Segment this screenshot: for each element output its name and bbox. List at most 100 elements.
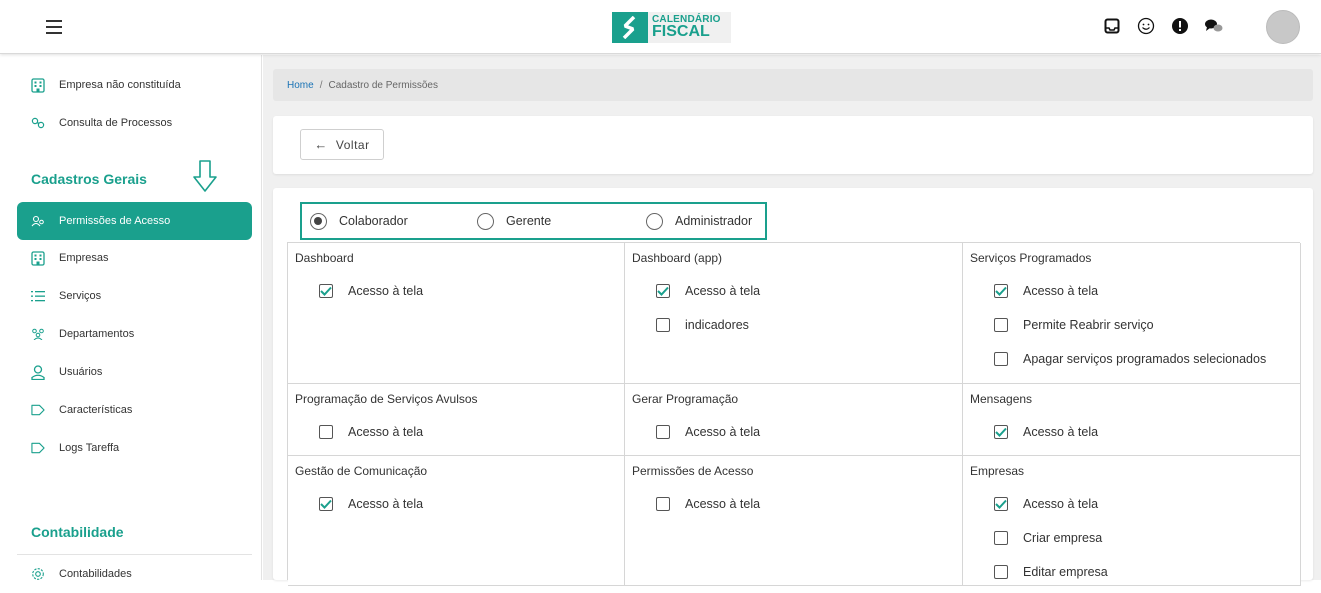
arrow-down-icon [193, 160, 217, 192]
sidebar-item-label: Serviços [59, 290, 102, 302]
role-option-colaborador[interactable]: Colaborador [310, 212, 408, 230]
checkbox-icon[interactable] [656, 425, 670, 439]
checkbox-checked-icon[interactable] [656, 284, 670, 298]
breadcrumb-current: Cadastro de Permissões [328, 79, 438, 91]
checkbox-icon[interactable] [319, 425, 333, 439]
permission-option-label: indicadores [685, 318, 749, 332]
radio-icon[interactable] [477, 212, 494, 230]
permission-group-title: Empresas [970, 464, 1025, 478]
permission-group-title: Gestão de Comunicação [295, 464, 428, 478]
avatar[interactable] [1266, 10, 1300, 44]
checkbox-icon[interactable] [994, 531, 1008, 545]
sidebar-item-label: Contabilidades [59, 568, 132, 580]
logo-text: CALENDÁRIO FISCAL [652, 15, 721, 40]
permission-group-title: Permissões de Acesso [632, 464, 754, 478]
sidebar-item-empresas[interactable]: Empresas [17, 239, 252, 277]
building-icon [31, 77, 45, 93]
permissions-grid: Dashboard Acesso à tela Dashboard (app) Ace… [287, 242, 1301, 586]
alert-icon[interactable] [1168, 14, 1192, 38]
permission-group-title: Programação de Serviços Avulsos [295, 392, 478, 406]
permission-option-label: Criar empresa [1023, 531, 1103, 545]
permission-cell: Empresas Acesso à tela Criar empresa Editar… [963, 456, 1301, 586]
smiley-icon[interactable] [1134, 14, 1158, 38]
permission-option[interactable]: indicadores [656, 318, 749, 332]
permission-option-label: Acesso à tela [685, 425, 761, 439]
sidebar-item-consulta-de-processos[interactable]: Consulta de Processos [17, 104, 252, 142]
chat-icon[interactable] [1202, 14, 1226, 38]
permission-cell: Gerar Programação Acesso à tela [625, 384, 963, 456]
permission-option[interactable]: Criar empresa [994, 531, 1102, 545]
permission-cell: Programação de Serviços Avulsos Acesso à … [288, 384, 625, 456]
hamburger-menu-icon[interactable] [46, 20, 62, 34]
checkbox-icon[interactable] [994, 318, 1008, 332]
sidebar-item-contabilidades[interactable]: Contabilidades [17, 555, 252, 593]
permission-option-label: Apagar serviços programados selecionados [1023, 352, 1267, 366]
tag-icon [31, 403, 45, 417]
back-button-label: Voltar [335, 137, 370, 152]
breadcrumb-home-link[interactable]: Home [287, 80, 314, 91]
permission-option[interactable]: Permite Reabrir serviço [994, 318, 1154, 332]
radio-icon[interactable] [646, 212, 663, 230]
inbox-icon[interactable] [1100, 14, 1124, 38]
users-icon [31, 214, 45, 228]
permission-option[interactable]: Acesso à tela [994, 497, 1098, 511]
role-option-administrador[interactable]: Administrador [646, 212, 752, 230]
sidebar-item-label: Usuários [59, 366, 103, 378]
section-cadastros-gerais: Cadastros Gerais [31, 171, 147, 187]
user-icon [31, 364, 45, 380]
checkbox-icon[interactable] [656, 497, 670, 511]
actions-card: ← Voltar [273, 116, 1313, 174]
permission-option[interactable]: Acesso à tela [656, 284, 760, 298]
tag-icon [31, 441, 45, 455]
logo-line2: FISCAL [652, 23, 710, 40]
checkbox-icon[interactable] [994, 352, 1008, 366]
permission-option[interactable]: Apagar serviços programados selecionados [994, 352, 1266, 366]
permission-option-label: Acesso à tela [348, 284, 424, 298]
sidebar-item-label: Logs Tareffa [59, 442, 120, 454]
sidebar-item-empresa-nao-constituida[interactable]: Empresa não constituída [17, 66, 252, 104]
checkbox-checked-icon[interactable] [319, 284, 333, 298]
checkbox-checked-icon[interactable] [319, 497, 333, 511]
permission-option[interactable]: Acesso à tela [319, 425, 423, 439]
checkbox-checked-icon[interactable] [994, 425, 1008, 439]
permission-option-label: Acesso à tela [685, 284, 761, 298]
building-icon [31, 250, 45, 266]
permission-option[interactable]: Acesso à tela [994, 425, 1098, 439]
sidebar-item-servicos[interactable]: Serviços [17, 277, 252, 315]
link-icon [31, 116, 45, 130]
sidebar-item-logs-tareffa[interactable]: Logs Tareffa [17, 429, 252, 467]
sidebar-item-usuarios[interactable]: Usuários [17, 353, 252, 391]
sidebar-item-permissoes-de-acesso[interactable]: Permissões de Acesso [17, 202, 252, 240]
permission-option[interactable]: Acesso à tela [656, 425, 760, 439]
checkbox-checked-icon[interactable] [994, 497, 1008, 511]
permission-cell: Permissões de Acesso Acesso à tela [625, 456, 963, 586]
list-icon [31, 289, 45, 303]
radio-selected-icon[interactable] [310, 212, 327, 230]
permission-option[interactable]: Editar empresa [994, 565, 1108, 579]
permission-option[interactable]: Acesso à tela [656, 497, 760, 511]
role-option-gerente[interactable]: Gerente [477, 212, 551, 230]
permission-cell: Dashboard (app) Acesso à tela indicadores [625, 243, 963, 384]
permission-option[interactable]: Acesso à tela [319, 497, 423, 511]
checkbox-icon[interactable] [656, 318, 670, 332]
top-bar: CALENDÁRIO FISCAL [0, 0, 1321, 54]
checkbox-checked-icon[interactable] [994, 284, 1008, 298]
permission-option-label: Permite Reabrir serviço [1023, 318, 1154, 332]
gear-icon [31, 567, 45, 581]
permission-cell: Dashboard Acesso à tela [288, 243, 625, 384]
permission-option[interactable]: Acesso à tela [319, 284, 423, 298]
permission-option[interactable]: Acesso à tela [994, 284, 1098, 298]
permission-cell: Mensagens Acesso à tela [963, 384, 1301, 456]
permission-group-title: Mensagens [970, 392, 1033, 406]
role-selector: Colaborador Gerente Administrador [300, 202, 767, 240]
sidebar-item-caracteristicas[interactable]: Características [17, 391, 252, 429]
logo[interactable]: CALENDÁRIO FISCAL [612, 12, 731, 43]
permission-option-label: Acesso à tela [1023, 497, 1099, 511]
sidebar-item-label: Empresas [59, 252, 109, 264]
sidebar-item-departamentos[interactable]: Departamentos [17, 315, 252, 353]
sidebar-item-label: Consulta de Processos [59, 117, 173, 129]
sidebar: Empresa não constituída Consulta de Proc… [0, 55, 262, 580]
checkbox-icon[interactable] [994, 565, 1008, 579]
back-button[interactable]: ← Voltar [300, 129, 384, 160]
breadcrumb: Home / Cadastro de Permissões [273, 69, 1313, 101]
